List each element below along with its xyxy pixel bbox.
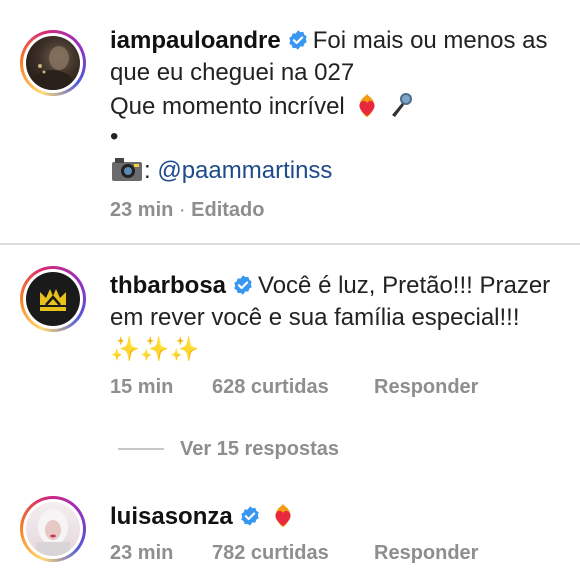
comment-text-line-1: luisasonza [110, 501, 297, 532]
comment-time: 23 min [110, 199, 174, 221]
avatar-image [26, 36, 80, 90]
comment-text-line-1: thbarbosa Você é luz, Pretão!!! Prazer [110, 271, 550, 301]
heart-on-fire-icon [275, 504, 291, 527]
avatar-image [26, 502, 80, 556]
comment-text-line-2: em rever você e sua família especial!!! [110, 304, 520, 331]
verified-badge-icon [289, 30, 307, 50]
comment-time: 15 min [110, 376, 174, 398]
view-replies-button[interactable]: Ver 15 respostas [180, 438, 339, 461]
comment-text-line-3: Que momento incrível [110, 91, 414, 122]
edited-label: Editado [191, 199, 265, 221]
crown-logo-icon [40, 289, 66, 311]
avatar-photo-icon [36, 509, 70, 556]
comment-text-line-2: que eu cheguei na 027 [110, 59, 355, 86]
avatar-thbarbosa[interactable] [20, 266, 86, 332]
reply-button[interactable]: Responder [374, 376, 478, 399]
photo-credit-line: : @paammartinss [110, 155, 332, 186]
username-link[interactable]: luisasonza [110, 503, 233, 530]
comment-meta: 23 min · Editado [110, 199, 265, 222]
like-count[interactable]: 628 curtidas [212, 376, 329, 399]
comment-text: Foi mais ou menos as [312, 27, 548, 54]
camera-with-flash-icon [112, 158, 142, 181]
microphone-icon [392, 93, 413, 117]
replies-divider-line [118, 448, 164, 450]
like-count[interactable]: 782 curtidas [212, 542, 329, 565]
verified-badge-icon [241, 506, 259, 526]
comment-text-line-1: iampauloandre Foi mais ou menos as [110, 26, 547, 56]
mention-link[interactable]: @paammartinss [157, 157, 332, 184]
comment-meta: 23 min [110, 542, 173, 565]
meta-separator: · [178, 199, 186, 221]
comment-text: Você é luz, Pretão!!! Prazer [258, 272, 551, 299]
photo-credit-prefix: : [144, 157, 151, 184]
heart-on-fire-icon [359, 94, 375, 117]
reply-button[interactable]: Responder [374, 542, 478, 565]
comment-time: 23 min [110, 542, 174, 564]
avatar-luisasonza[interactable] [20, 496, 86, 562]
verified-badge-icon [234, 275, 252, 295]
username-link[interactable]: iampauloandre [110, 27, 281, 54]
username-link[interactable]: thbarbosa [110, 272, 226, 299]
avatar-photo-icon [32, 46, 72, 90]
avatar-image [26, 272, 80, 326]
comment-meta: 15 min [110, 376, 173, 399]
sparkles-emoji-line: ✨✨✨ [110, 336, 200, 363]
section-divider [0, 243, 580, 245]
comment-text-line-4: • [110, 123, 119, 150]
comment-text: Que momento incrível [110, 93, 345, 120]
avatar-iampauloandre[interactable] [20, 30, 86, 96]
